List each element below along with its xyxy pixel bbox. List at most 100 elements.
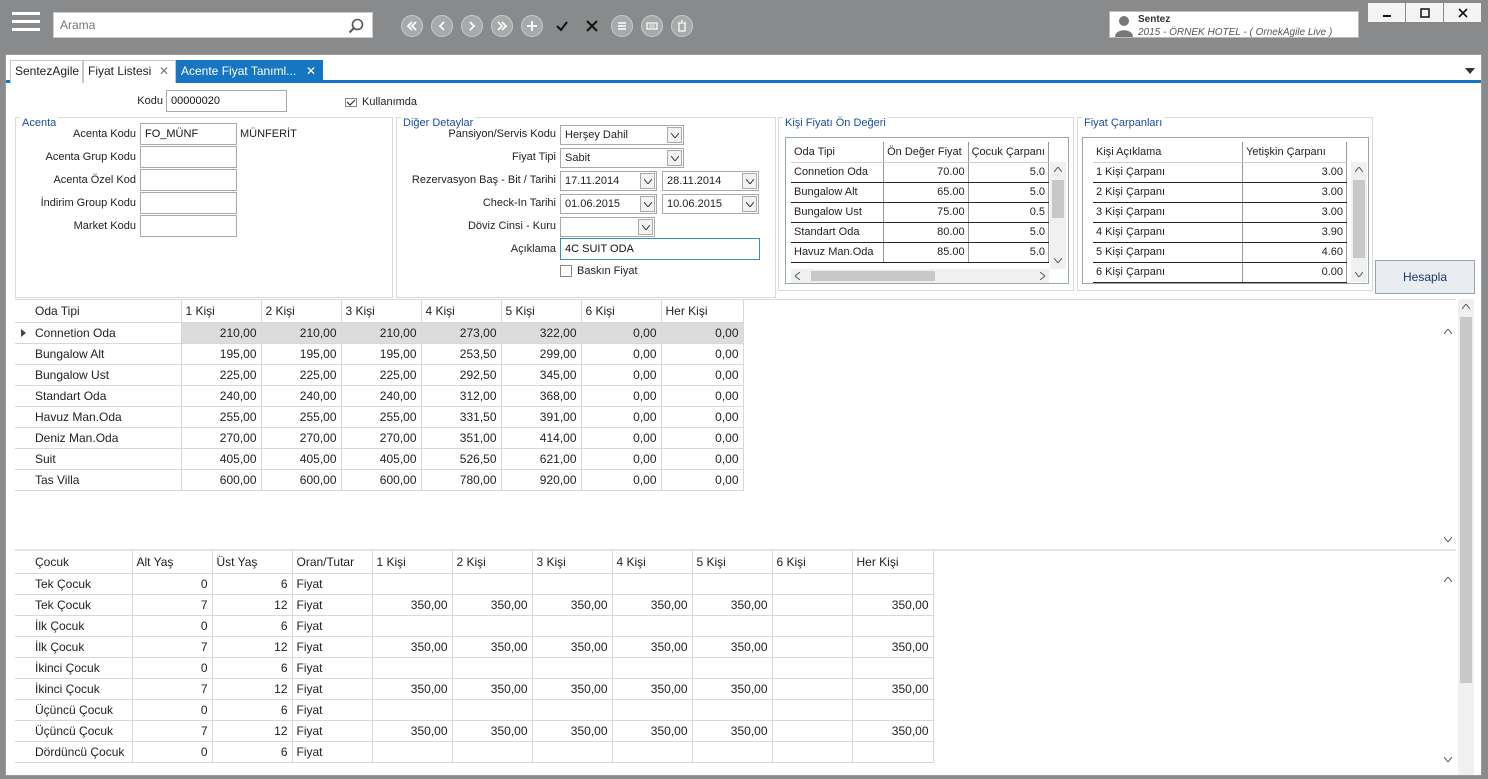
carpanlar-scrollbar[interactable] [1351,162,1367,282]
table-cell[interactable]: 350,00 [692,636,773,658]
table-cell[interactable]: İlk Çocuk [15,615,133,637]
table-cell[interactable]: 65.00 [883,182,969,203]
cocuk-fiyat-grid[interactable]: Çocuk Alt Yaş Üst Yaş Oran/Tutar 1 Kişi 2 Kiş… [15,549,1456,775]
table-cell[interactable]: 3.00 [1242,182,1347,203]
table-cell[interactable]: Tas Villa [15,469,182,491]
close-icon[interactable] [581,15,603,37]
table-cell[interactable]: 255,00 [341,406,422,428]
table-cell[interactable] [772,741,853,763]
add-icon[interactable] [521,15,543,37]
table-cell[interactable] [852,741,934,763]
baskin-fiyat-checkbox[interactable] [560,265,572,277]
table-cell[interactable]: 600,00 [181,469,262,491]
column-header[interactable]: 5 Kişi [692,551,773,574]
table-cell[interactable]: 350,00 [532,720,613,742]
table-cell[interactable]: 0,00 [581,406,662,428]
tab-dropdown-icon[interactable] [1465,67,1475,75]
table-cell[interactable]: 350,00 [692,594,773,616]
doviz-combo[interactable] [560,217,655,237]
table-cell[interactable]: 350,00 [852,720,934,742]
table-cell[interactable]: 350,00 [452,720,533,742]
table-cell[interactable]: 270,00 [261,427,342,449]
table-cell[interactable]: Tek Çocuk [15,573,133,595]
kisi-fiyati-hscrollbar[interactable] [791,269,1049,283]
user-box[interactable]: Sentez 2015 - ÖRNEK HOTEL - ( OrnekAgile… [1109,11,1359,38]
column-header[interactable]: Alt Yaş [132,551,213,574]
table-cell[interactable]: 210,00 [261,322,342,344]
table-cell[interactable]: 350,00 [852,678,934,700]
table-cell[interactable]: 414,00 [501,427,582,449]
table-cell[interactable]: 12 [212,720,293,742]
kisi-fiyati-grid[interactable]: Oda Tipi Ön Değer Fiyat Çocuk Çarpanı Co… [785,137,1069,284]
table-cell[interactable]: 0,00 [581,448,662,470]
table-cell[interactable]: 0,00 [581,385,662,407]
table-cell[interactable] [532,573,613,595]
table-cell[interactable]: 7 [132,678,213,700]
table-cell[interactable]: 621,00 [501,448,582,470]
chevron-down-icon[interactable] [742,196,757,212]
hamburger-menu-icon[interactable] [12,12,40,36]
table-cell[interactable] [852,573,934,595]
table-cell[interactable]: Fiyat [292,636,373,658]
table-cell[interactable]: 368,00 [501,385,582,407]
rez-start-date[interactable]: 17.11.2014 [560,171,657,191]
table-cell[interactable]: 350,00 [372,720,453,742]
table-cell[interactable]: 405,00 [341,448,422,470]
column-header[interactable]: 5 Kişi [501,300,582,323]
table-cell[interactable] [532,741,613,763]
column-header[interactable]: 2 Kişi [452,551,533,574]
search-input[interactable] [54,13,334,37]
trash-icon[interactable] [671,15,693,37]
table-cell[interactable]: 5.0 [968,162,1050,183]
table-cell[interactable]: 5 Kişi Çarpanı [1093,242,1244,263]
chevron-down-icon[interactable] [1444,757,1452,762]
table-cell[interactable] [452,615,533,637]
table-cell[interactable]: 3 Kişi Çarpanı [1093,202,1244,223]
table-cell[interactable]: Fiyat [292,720,373,742]
table-cell[interactable]: 345,00 [501,364,582,386]
minimize-icon[interactable] [1367,2,1406,23]
table-cell[interactable]: Bungalow Alt [791,182,885,203]
table-cell[interactable]: Fiyat [292,678,373,700]
table-cell[interactable] [612,657,693,679]
table-row[interactable]: Bungalow Ust 75.00 0.5 [791,202,1050,223]
window-close-icon[interactable] [1443,2,1482,23]
table-cell[interactable]: 12 [212,594,293,616]
table-cell[interactable]: 5.0 [968,242,1050,263]
table-cell[interactable] [372,615,453,637]
first-icon[interactable] [401,15,423,37]
table-row[interactable]: İkinci Çocuk 7 12 Fiyat 350,00 350,00 350,00 35… [15,678,934,700]
pansiyon-combo[interactable]: Herşey Dahil [560,125,684,145]
column-header[interactable]: Yetişkin Çarpanı [1242,142,1347,163]
table-cell[interactable]: 350,00 [532,636,613,658]
prev-icon[interactable] [431,15,453,37]
table-cell[interactable]: Suit [15,448,182,470]
table-row[interactable]: Üçüncü Çocuk 7 12 Fiyat 350,00 350,00 350,00 35… [15,720,934,742]
table-row[interactable]: Havuz Man.Oda 255,00 255,00 255,00 331,50 391… [15,406,744,428]
table-cell[interactable]: 0.00 [1242,262,1347,283]
table-cell[interactable]: 2 Kişi Çarpanı [1093,182,1244,203]
table-cell[interactable] [532,615,613,637]
table-cell[interactable]: 240,00 [181,385,262,407]
chevron-down-icon[interactable] [1444,537,1452,542]
table-cell[interactable]: 0,00 [581,427,662,449]
table-row[interactable]: 4 Kişi Çarpanı 3.90 [1093,222,1347,243]
table-cell[interactable]: 5.0 [968,182,1050,203]
table-cell[interactable]: Tek Çocuk [15,594,133,616]
oda-fiyat-grid[interactable]: Oda Tipi 1 Kişi 2 Kişi 3 Kişi 4 Kişi 5 Kişi 6 … [15,299,1456,549]
table-cell[interactable]: 350,00 [612,720,693,742]
table-cell[interactable]: 322,00 [501,322,582,344]
table-cell[interactable]: 0,00 [661,364,744,386]
table-cell[interactable] [772,615,853,637]
table-cell[interactable]: Standart Oda [791,222,885,243]
table-row[interactable]: Üçüncü Çocuk 0 6 Fiyat [15,699,934,721]
table-cell[interactable]: 920,00 [501,469,582,491]
table-cell[interactable]: 0,00 [661,448,744,470]
table-cell[interactable]: 273,00 [421,322,502,344]
chevron-up-icon[interactable] [1054,167,1062,172]
list-icon[interactable] [611,15,633,37]
table-cell[interactable]: 0,00 [581,364,662,386]
table-cell[interactable]: Havuz Man.Oda [791,242,885,263]
table-cell[interactable]: İkinci Çocuk [15,657,133,679]
table-cell[interactable] [532,699,613,721]
